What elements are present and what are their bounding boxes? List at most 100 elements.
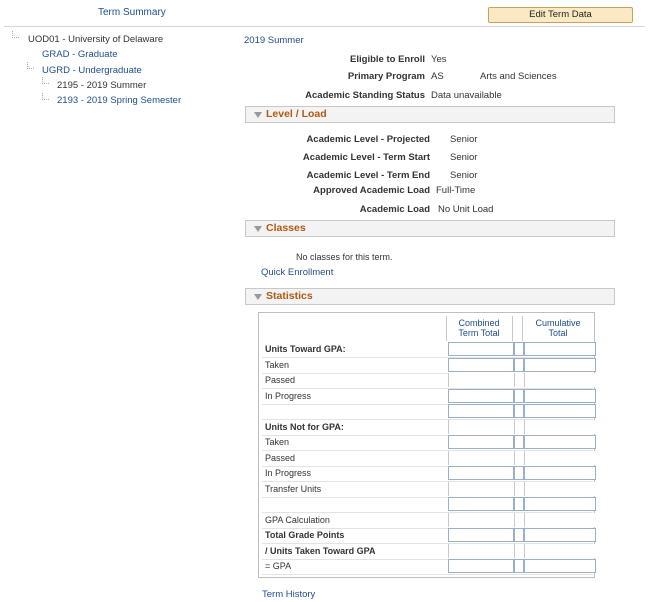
classes-title: Classes bbox=[266, 222, 306, 234]
stat-row-label: Units Toward GPA: bbox=[265, 344, 346, 354]
stat-cumulative-cell bbox=[524, 404, 596, 418]
stat-cumulative-cell bbox=[524, 373, 596, 387]
stat-cumulative-cell bbox=[524, 466, 596, 480]
stat-combined-cell bbox=[448, 342, 514, 356]
stat-spacer-cell bbox=[514, 450, 524, 465]
stat-row: In Progress bbox=[262, 466, 596, 482]
eligible-value: Yes bbox=[431, 54, 447, 65]
level-term-end-label: Academic Level - Term End bbox=[306, 170, 430, 181]
stat-row-label: Taken bbox=[265, 359, 290, 370]
academic-standing-value: Data unavailable bbox=[431, 90, 502, 101]
academic-load-label: Academic Load bbox=[359, 204, 430, 215]
tree-connector bbox=[27, 62, 34, 69]
stat-cumulative-cell bbox=[524, 450, 596, 465]
stat-spacer-cell bbox=[514, 512, 524, 527]
tree-item-2195-selected: 2195 - 2019 Summer bbox=[57, 80, 147, 91]
term-history-link[interactable]: Term History bbox=[262, 589, 315, 600]
stat-cumulative-cell bbox=[524, 528, 596, 542]
stat-row: Taken bbox=[262, 435, 596, 451]
stat-spacer-cell bbox=[514, 497, 524, 511]
eligible-label: Eligible to Enroll bbox=[350, 54, 425, 65]
stat-row: In Progress bbox=[262, 388, 596, 405]
stat-combined-cell bbox=[448, 404, 514, 418]
stat-combined-cell bbox=[448, 528, 514, 542]
stat-combined-cell bbox=[448, 373, 514, 387]
stat-row: Units Not for GPA: bbox=[262, 419, 596, 436]
stat-row: GPA Calculation bbox=[262, 512, 596, 529]
stat-row: Units Toward GPA: bbox=[262, 342, 596, 358]
institution-tree: UOD01 - University of Delaware GRAD - Gr… bbox=[0, 30, 240, 110]
stat-cumulative-cell bbox=[524, 543, 596, 558]
stat-cumulative-cell bbox=[524, 512, 596, 527]
stat-row-label: / Units Taken Toward GPA bbox=[265, 545, 376, 556]
stat-row: Taken bbox=[262, 357, 596, 374]
quick-enrollment-link[interactable]: Quick Enrollment bbox=[261, 267, 333, 278]
col-header-combined: Combined Term Total bbox=[446, 318, 512, 338]
stat-spacer-cell bbox=[514, 435, 524, 449]
stat-row-label: Passed bbox=[265, 375, 296, 385]
academic-load-value: No Unit Load bbox=[438, 204, 494, 215]
col-header-combined-line2: Term Total bbox=[458, 328, 500, 338]
statistics-title: Statistics bbox=[266, 290, 313, 302]
column-divider bbox=[522, 316, 523, 341]
level-term-end-value: Senior bbox=[450, 170, 478, 181]
stat-row-label: Total Grade Points bbox=[265, 530, 345, 540]
stat-spacer-cell bbox=[514, 404, 524, 418]
stat-spacer-cell bbox=[514, 543, 524, 558]
stat-cumulative-cell bbox=[524, 435, 596, 449]
stat-cumulative-cell bbox=[524, 481, 596, 496]
col-header-cumulative-line1: Cumulative bbox=[535, 318, 581, 328]
stat-row bbox=[262, 497, 596, 513]
approved-load-value: Full-Time bbox=[436, 185, 476, 196]
stat-spacer-cell bbox=[514, 419, 524, 434]
tree-item-grad[interactable]: GRAD - Graduate bbox=[42, 49, 118, 60]
stat-cumulative-cell bbox=[524, 559, 596, 573]
stat-row-label: Units Not for GPA: bbox=[265, 421, 344, 432]
stat-spacer-cell bbox=[514, 342, 524, 356]
stat-row-label: Passed bbox=[265, 452, 296, 463]
level-projected-value: Senior bbox=[450, 134, 478, 145]
statistics-section-header[interactable]: Statistics bbox=[245, 288, 615, 305]
col-header-cumulative: Cumulative Total bbox=[522, 318, 594, 338]
stat-combined-cell bbox=[448, 466, 514, 480]
stat-cumulative-cell bbox=[524, 419, 596, 434]
classes-section-header[interactable]: Classes bbox=[245, 220, 615, 237]
edit-term-data-button[interactable]: Edit Term Data bbox=[488, 7, 633, 23]
level-load-title: Level / Load bbox=[266, 108, 327, 120]
stat-spacer-cell bbox=[514, 357, 524, 372]
stat-combined-cell bbox=[448, 512, 514, 527]
stat-spacer-cell bbox=[514, 466, 524, 480]
stat-spacer-cell bbox=[514, 528, 524, 542]
stat-combined-cell bbox=[448, 435, 514, 449]
academic-standing-label: Academic Standing Status bbox=[305, 90, 425, 101]
term-summary-link[interactable]: Term Summary bbox=[98, 7, 166, 18]
column-divider bbox=[446, 316, 447, 341]
tree-item-ugrd[interactable]: UGRD - Undergraduate bbox=[42, 65, 142, 76]
stat-spacer-cell bbox=[514, 481, 524, 496]
collapse-triangle-icon bbox=[254, 112, 262, 118]
level-term-start-value: Senior bbox=[450, 152, 478, 163]
tree-connector bbox=[42, 77, 49, 84]
stat-row-label: Taken bbox=[265, 437, 290, 447]
stat-combined-cell bbox=[448, 481, 514, 496]
level-term-start-label: Academic Level - Term Start bbox=[302, 152, 430, 163]
primary-program-name: Arts and Sciences bbox=[480, 71, 557, 82]
primary-program-code: AS bbox=[431, 71, 444, 82]
stat-cumulative-cell bbox=[524, 497, 596, 511]
level-load-section-header[interactable]: Level / Load bbox=[245, 106, 615, 123]
stat-row: / Units Taken Toward GPA bbox=[262, 543, 596, 560]
collapse-triangle-icon bbox=[254, 226, 262, 232]
stat-row bbox=[262, 404, 596, 420]
stat-row: Total Grade Points bbox=[262, 528, 596, 544]
column-divider bbox=[512, 316, 513, 341]
stat-spacer-cell bbox=[514, 388, 524, 403]
tree-item-2193[interactable]: 2193 - 2019 Spring Semester bbox=[57, 95, 181, 106]
stat-row-label: In Progress bbox=[265, 390, 312, 401]
stat-row-label: In Progress bbox=[265, 468, 312, 478]
col-header-combined-line1: Combined bbox=[458, 318, 500, 328]
stat-row: Transfer Units bbox=[262, 481, 596, 498]
col-header-cumulative-line2: Total bbox=[548, 328, 568, 338]
stat-row: Passed bbox=[262, 373, 596, 389]
level-projected-label: Academic Level - Projected bbox=[306, 134, 430, 145]
stat-row: = GPA bbox=[262, 559, 596, 575]
